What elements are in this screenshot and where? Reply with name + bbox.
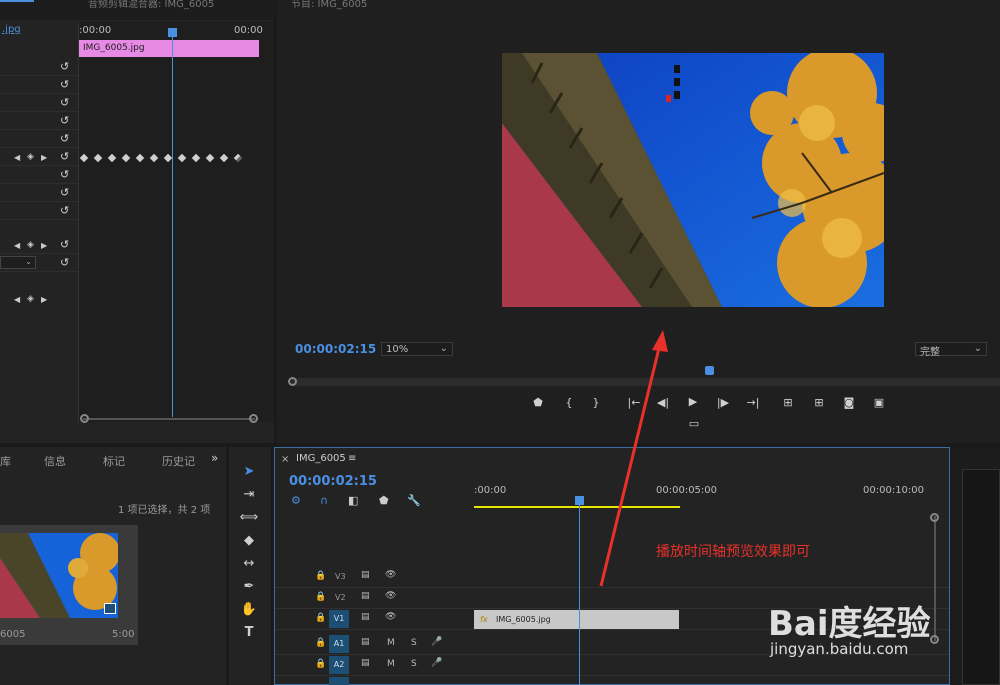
premiere-workspace: .jpg 音频剪辑混合器: IMG_6005 ↺ ↺ ↺ ↺ ↺ ◀ ◈ ▶ ↺… [0,0,1000,685]
annotation-text: 播放时间轴预览效果即可 [656,544,810,560]
baidu-watermark: Bai度经验 jingyan.baidu.com [768,596,996,662]
watermark-url: jingyan.baidu.com [770,640,909,658]
watermark-brand: Bai度经验 [768,604,931,644]
annotation-arrow [599,330,668,587]
